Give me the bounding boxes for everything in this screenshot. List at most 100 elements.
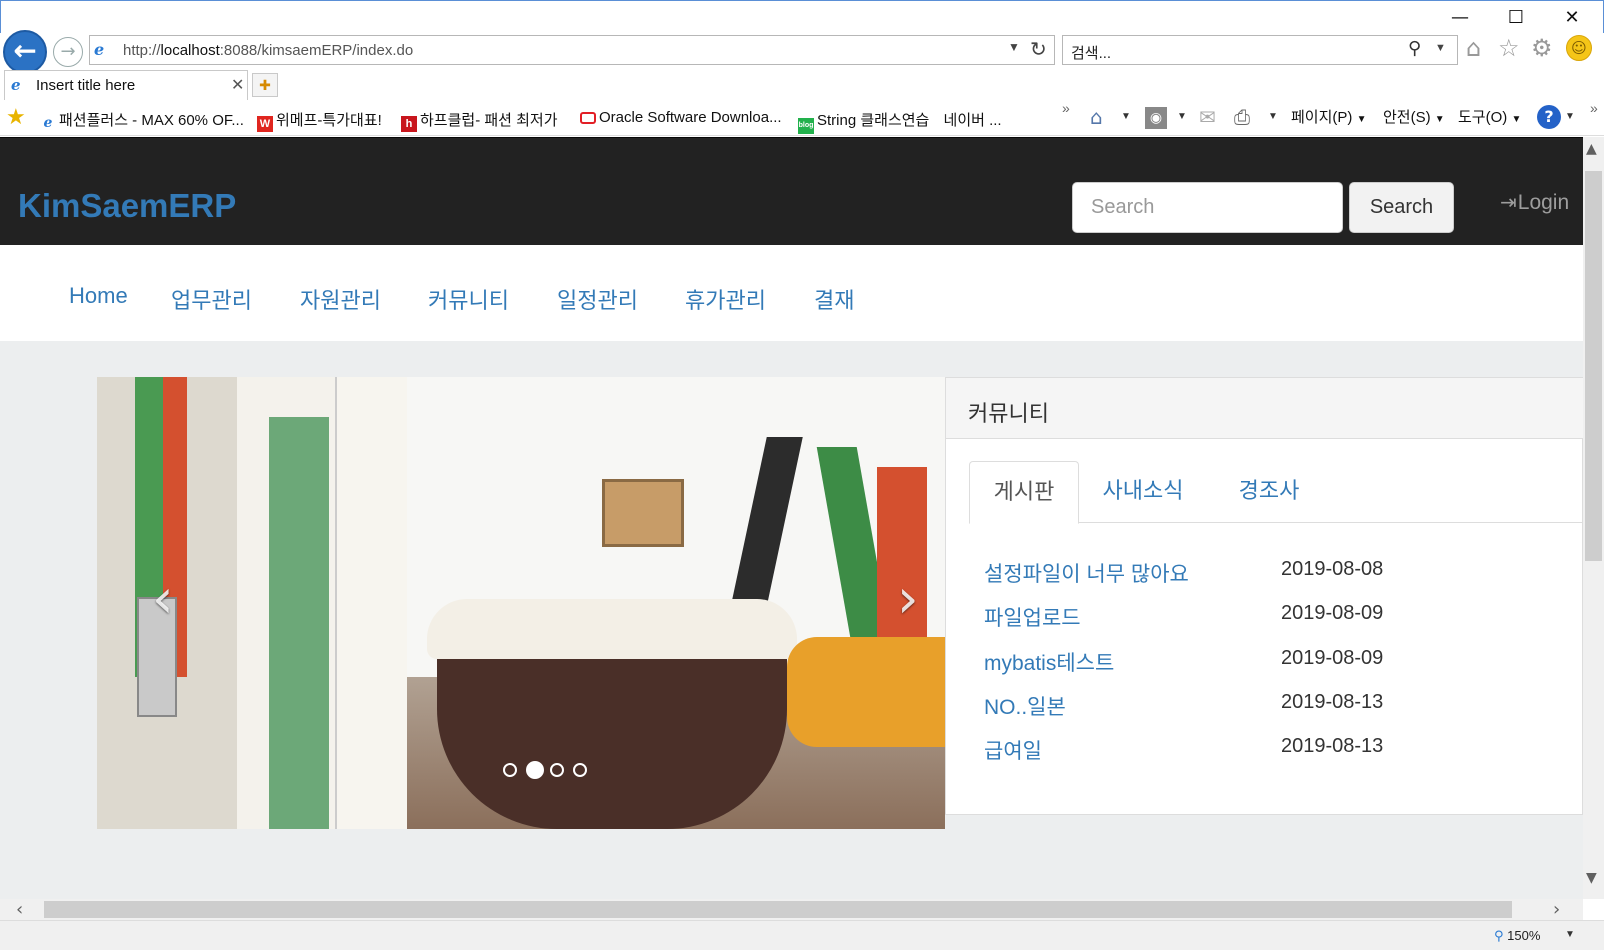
- horizontal-scrollbar[interactable]: ‹ ›: [0, 899, 1583, 920]
- zoom-level[interactable]: ⚲ 150%: [1494, 928, 1540, 944]
- favorite-label-naver[interactable]: 네이버 ...: [944, 112, 1002, 129]
- search-dropdown-icon[interactable]: ▼: [1435, 42, 1446, 54]
- address-bar[interactable]: e http://localhost:8088/kimsaemERP/index…: [89, 35, 1055, 65]
- close-window-button[interactable]: ✕: [1549, 5, 1595, 31]
- ie-page-icon: e: [40, 115, 56, 131]
- tools-menu[interactable]: 도구(O) ▼: [1458, 106, 1521, 127]
- horizontal-scroll-thumb[interactable]: [44, 901, 1512, 918]
- post-date: 2019-08-08: [1281, 558, 1384, 580]
- search-button[interactable]: Search: [1349, 182, 1454, 233]
- rss-feed-icon[interactable]: ◉: [1145, 107, 1167, 129]
- favorite-label: 패션플러스 - MAX 60% OF...: [59, 112, 244, 129]
- forward-button[interactable]: →: [53, 37, 83, 67]
- menu-item-approval[interactable]: 결재: [814, 283, 854, 315]
- address-row: ← → e http://localhost:8088/kimsaemERP/i…: [0, 30, 1604, 74]
- favorite-link-string-class[interactable]: blog String 클래스연습 네이버 ...: [798, 109, 1002, 134]
- safety-menu[interactable]: 안전(S) ▼: [1383, 106, 1445, 127]
- home-icon[interactable]: ⌂: [1466, 34, 1481, 62]
- browser-search-box[interactable]: 검색... ⚲ ▼: [1062, 35, 1458, 65]
- window-title-bar: — ☐ ✕: [0, 0, 1604, 33]
- page-menu[interactable]: 페이지(P) ▼: [1291, 106, 1366, 127]
- login-link[interactable]: ⇥Login: [1500, 190, 1569, 215]
- carousel-indicator-dot[interactable]: [550, 763, 564, 777]
- home-dropdown-icon[interactable]: ▼: [1121, 111, 1131, 122]
- help-dropdown-icon[interactable]: ▼: [1565, 111, 1575, 122]
- ie-page-icon: e: [94, 40, 105, 59]
- menu-item-work-management[interactable]: 업무관리: [171, 283, 252, 315]
- home-command-icon[interactable]: ⌂: [1090, 105, 1103, 129]
- academy-sign-text: [567, 445, 707, 463]
- favorite-link-fashionplus[interactable]: e 패션플러스 - MAX 60% OF...: [40, 109, 244, 131]
- scroll-left-icon[interactable]: ‹: [16, 899, 23, 920]
- carousel-indicator-dot[interactable]: [526, 761, 544, 779]
- favorites-star-icon[interactable]: ☆: [1498, 34, 1520, 62]
- brand-logo[interactable]: KimSaemERP: [18, 187, 236, 225]
- maximize-button[interactable]: ☐: [1493, 5, 1539, 31]
- post-title-link[interactable]: mybatis테스트: [984, 647, 1114, 677]
- address-url[interactable]: http://localhost:8088/kimsaemERP/index.d…: [123, 42, 413, 59]
- menu-item-resource-management[interactable]: 자원관리: [300, 283, 381, 315]
- scroll-up-icon[interactable]: ▲: [1586, 141, 1597, 157]
- carousel-next-icon[interactable]: ›: [897, 572, 919, 626]
- arrow-right-icon: →: [60, 41, 76, 62]
- menu-item-home[interactable]: Home: [69, 283, 128, 309]
- chevron-down-icon: ▼: [1511, 114, 1522, 125]
- post-title-link[interactable]: 파일업로드: [984, 602, 1081, 632]
- image-carousel[interactable]: ‹ ›: [97, 377, 945, 829]
- rss-dropdown-icon[interactable]: ▼: [1177, 111, 1187, 122]
- commands-overflow-icon[interactable]: »: [1590, 100, 1598, 116]
- smiley-feedback-icon[interactable]: ☺: [1566, 35, 1592, 61]
- favorite-link-oracle[interactable]: Oracle Software Downloa...: [580, 109, 782, 126]
- refresh-icon[interactable]: ↻: [1030, 37, 1047, 61]
- chevron-down-icon: ▼: [1356, 114, 1367, 125]
- tab-company-news[interactable]: 사내소식: [1079, 461, 1207, 523]
- print-icon[interactable]: ⎙: [1234, 105, 1250, 129]
- safety-menu-label: 안전(S): [1383, 109, 1431, 126]
- print-dropdown-icon[interactable]: ▼: [1268, 111, 1278, 122]
- site-navbar: KimSaemERP Search Search ⇥Login: [0, 137, 1583, 245]
- tab-events[interactable]: 경조사: [1207, 461, 1331, 523]
- post-title-link[interactable]: NO..일본: [984, 691, 1066, 721]
- search-input[interactable]: Search: [1072, 182, 1343, 233]
- menu-item-community[interactable]: 커뮤니티: [428, 283, 509, 315]
- close-tab-icon[interactable]: ✕: [231, 75, 244, 94]
- favorites-overflow-icon[interactable]: »: [1062, 100, 1070, 116]
- menu-item-schedule[interactable]: 일정관리: [557, 283, 638, 315]
- menu-item-vacation[interactable]: 휴가관리: [685, 283, 766, 315]
- favorite-label: 하프클럽- 패션 최저가: [420, 112, 558, 129]
- mail-icon[interactable]: ✉: [1199, 105, 1216, 129]
- scroll-right-icon[interactable]: ›: [1553, 899, 1560, 920]
- carousel-indicator-dot[interactable]: [573, 763, 587, 777]
- search-icon[interactable]: ⚲: [1408, 38, 1421, 59]
- page-viewport: KimSaemERP Search Search ⇥Login Home 업무관…: [0, 137, 1583, 899]
- post-title-link[interactable]: 급여일: [984, 735, 1042, 765]
- panel-heading: 커뮤니티: [946, 378, 1583, 439]
- favorite-label: Oracle Software Downloa...: [599, 109, 782, 126]
- main-menu: Home 업무관리 자원관리 커뮤니티 일정관리 휴가관리 결재: [0, 245, 1583, 341]
- post-title-link[interactable]: 설정파일이 너무 많아요: [984, 558, 1189, 588]
- back-button[interactable]: ←: [3, 30, 47, 74]
- tools-menu-label: 도구(O): [1458, 109, 1508, 126]
- favorite-link-wemakeprice[interactable]: W 위메프-특가대표!: [257, 109, 382, 132]
- gear-icon[interactable]: ⚙: [1531, 34, 1553, 62]
- chevron-down-icon: ▼: [1434, 114, 1445, 125]
- page-menu-label: 페이지(P): [1291, 109, 1353, 126]
- browser-tab[interactable]: e Insert title here ✕: [4, 70, 248, 100]
- oracle-icon: [580, 112, 596, 124]
- add-favorites-star-icon[interactable]: ★: [6, 105, 26, 130]
- vertical-scrollbar[interactable]: ▲ ▼: [1583, 137, 1604, 899]
- scroll-down-icon[interactable]: ▼: [1586, 870, 1597, 886]
- new-tab-button[interactable]: ✚: [252, 73, 278, 97]
- ie-page-icon: e: [11, 76, 21, 94]
- list-item: mybatis테스트 2019-08-09: [984, 647, 1544, 681]
- vertical-scroll-thumb[interactable]: [1585, 171, 1602, 561]
- zoom-dropdown-icon[interactable]: ▼: [1565, 929, 1575, 940]
- post-date: 2019-08-13: [1281, 735, 1384, 757]
- favorite-link-halfclub[interactable]: h 하프클럽- 패션 최저가: [401, 109, 558, 132]
- carousel-prev-icon[interactable]: ‹: [152, 572, 174, 626]
- minimize-button[interactable]: —: [1437, 5, 1483, 31]
- help-icon[interactable]: ?: [1537, 105, 1561, 129]
- carousel-indicator-dot[interactable]: [503, 763, 517, 777]
- tab-board[interactable]: 게시판: [969, 461, 1079, 524]
- address-dropdown-icon[interactable]: ▼: [1008, 40, 1020, 54]
